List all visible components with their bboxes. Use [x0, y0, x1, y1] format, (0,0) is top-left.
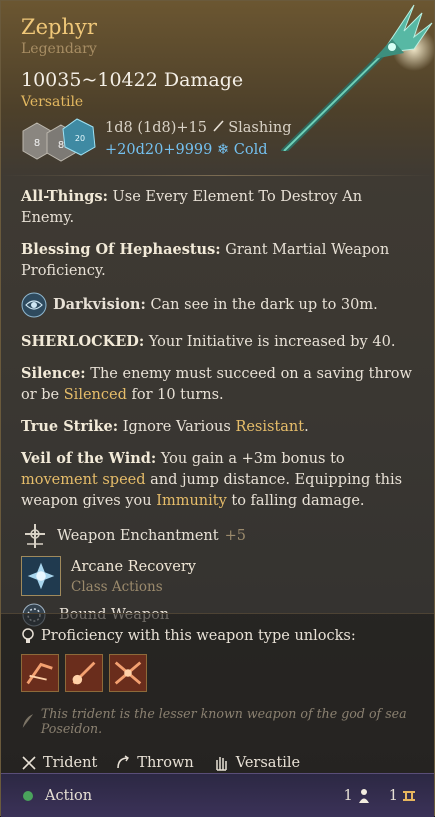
arcane-recovery-subtitle: Class Actions [71, 578, 163, 595]
tag-trident: Trident [21, 755, 97, 771]
trident-icon [22, 756, 36, 770]
resistant-link[interactable]: Resistant [235, 419, 304, 435]
property-blessing: Blessing Of Hephaestus: Grant Martial We… [21, 239, 414, 282]
bonus-action-icon [403, 790, 415, 801]
action-status-dot [23, 790, 33, 801]
property-text: You gain a +3m bonus to [160, 451, 345, 467]
tag-label: Versatile [235, 755, 301, 771]
property-darkvision: Darkvision: Can see in the dark up to 30… [21, 292, 414, 318]
pommel-strike-icon[interactable] [65, 654, 103, 692]
action-footer: Action 1 1 [1, 773, 434, 817]
lacerate-icon[interactable] [21, 654, 59, 692]
action-point-icon [358, 788, 369, 803]
enchantment-label: Weapon Enchantment [57, 527, 219, 544]
arcane-recovery-title: Arcane Recovery [71, 558, 196, 575]
footer-label: Action [45, 787, 93, 804]
property-name: Veil of the Wind: [21, 450, 157, 467]
movement-speed-link[interactable]: movement speed [21, 472, 146, 488]
tooltip-header: Zephyr Legendary 10035~10422 Damage Vers… [1, 1, 434, 175]
proficiency-icons [1, 654, 434, 692]
tag-versatile: Versatile [212, 754, 300, 772]
proficiency-section: Proficiency with this weapon type unlock… [1, 613, 434, 774]
damage-dice-physical: 1d8 (1d8)+15 [105, 120, 207, 136]
bonus-count: 1 [388, 787, 398, 804]
property-name: True Strike: [21, 418, 119, 435]
damage-type-cold: Cold [233, 142, 268, 158]
quill-icon [22, 714, 34, 728]
proficiency-header: Proficiency with this weapon type unlock… [1, 614, 434, 645]
snowflake-icon: ❄ [217, 142, 230, 158]
property-true-strike: True Strike: Ignore Various Resistant. [21, 416, 414, 438]
tag-label: Thrown [137, 755, 194, 771]
property-sherlocked: SHERLOCKED: Your Initiative is increased… [21, 331, 414, 353]
flavor-text-row: This trident is the lesser known weapon … [1, 692, 434, 736]
properties-list: All-Things: Use Every Element To Destroy… [1, 176, 434, 628]
tag-label: Trident [43, 755, 98, 771]
dice-left-value: 8 [34, 138, 40, 149]
dice-icon: 8 8 20 [22, 118, 96, 162]
property-text: Ignore Various [122, 419, 231, 435]
property-silence: Silence: The enemy must succeed on a sav… [21, 363, 414, 406]
action-count: 1 [343, 787, 353, 804]
property-text: for 10 turns. [131, 387, 224, 403]
slashing-icon [213, 120, 224, 132]
damage-dice-cold: +20d20+9999 [105, 142, 213, 158]
thrown-icon [117, 755, 130, 769]
hand-icon [215, 757, 227, 771]
enchantment-value: +5 [224, 527, 246, 544]
lightbulb-icon [22, 628, 34, 643]
property-veil-of-wind: Veil of the Wind: You gain a +3m bonus t… [21, 448, 414, 512]
property-text: to falling damage. [231, 493, 365, 509]
flourish-icon[interactable] [109, 654, 147, 692]
property-all-things: All-Things: Use Every Element To Destroy… [21, 186, 414, 229]
property-name: Silence: [21, 365, 86, 382]
immunity-link[interactable]: Immunity [156, 493, 227, 509]
trident-art-icon [281, 4, 434, 151]
weapon-tags: Trident Thrown Versatile [1, 736, 434, 772]
property-name: SHERLOCKED: [21, 333, 145, 350]
property-name: Blessing Of Hephaestus: [21, 241, 221, 258]
enchantment-icon [25, 524, 45, 548]
darkvision-icon [21, 292, 47, 318]
arcane-recovery-action[interactable]: Arcane Recovery Class Actions [21, 556, 414, 596]
property-text: Your Initiative is increased by 40. [148, 334, 396, 350]
item-tooltip: Zephyr Legendary 10035~10422 Damage Vers… [0, 0, 435, 817]
dice-mid-value: 8 [58, 140, 64, 151]
property-text: Can see in the dark up to 30m. [150, 297, 378, 313]
property-name: Darkvision: [53, 296, 146, 313]
tag-thrown: Thrown [115, 755, 194, 771]
property-name: All-Things: [21, 188, 108, 205]
proficiency-title: Proficiency with this weapon type unlock… [41, 628, 356, 644]
weapon-enchantment: Weapon Enchantment +5 [21, 522, 414, 550]
dice-top-value: 20 [75, 134, 85, 143]
action-cost: 1 1 [336, 788, 416, 804]
silenced-link[interactable]: Silenced [64, 387, 127, 403]
arcane-recovery-icon [21, 556, 61, 596]
property-text: . [304, 419, 309, 435]
flavor-text: This trident is the lesser known weapon … [40, 706, 407, 736]
